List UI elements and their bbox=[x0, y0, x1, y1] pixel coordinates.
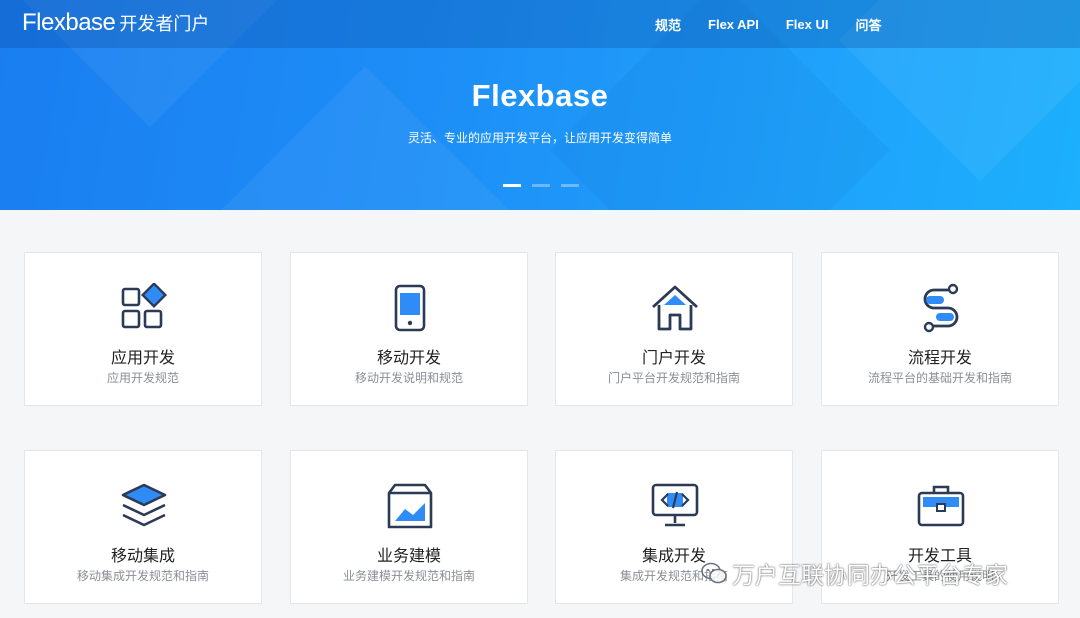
card-description: 应用开发规范 bbox=[106, 371, 179, 385]
home-icon bbox=[652, 285, 698, 331]
card-title: 应用开发 bbox=[110, 350, 175, 367]
top-navigation-bar: Flexbase 开发者门户 规范 Flex API Flex UI 问答 bbox=[0, 0, 1080, 48]
card-title: 移动集成 bbox=[110, 548, 175, 565]
hero-subtitle: 灵活、专业的应用开发平台，让应用开发变得简单 bbox=[407, 131, 672, 145]
card-app-dev[interactable]: 应用开发 应用开发规范 bbox=[24, 252, 262, 406]
nav-item-flex-api[interactable]: Flex API bbox=[708, 17, 759, 32]
watermark-text: 万户互联协同办公平台专家 bbox=[732, 562, 1008, 588]
hero-banner: Flexbase 开发者门户 规范 Flex API Flex UI 问答 Fl… bbox=[0, 0, 1080, 210]
app-grid-icon bbox=[121, 283, 168, 329]
code-monitor-icon bbox=[651, 483, 699, 527]
wechat-icon bbox=[701, 562, 727, 584]
watermark: 万户互联协同办公平台专家 bbox=[700, 556, 1008, 590]
chart-box-icon bbox=[387, 483, 433, 529]
card-title: 移动开发 bbox=[376, 350, 441, 367]
carousel-dot-1[interactable] bbox=[503, 184, 521, 187]
nav-item-flex-ui[interactable]: Flex UI bbox=[786, 17, 829, 32]
card-workflow-dev[interactable]: 流程开发 流程平台的基础开发和指南 bbox=[821, 252, 1059, 406]
card-title: 业务建模 bbox=[376, 548, 441, 565]
carousel-dot-3[interactable] bbox=[561, 184, 579, 187]
card-portal-dev[interactable]: 门户开发 门户平台开发规范和指南 bbox=[555, 252, 793, 406]
carousel-dot-2[interactable] bbox=[532, 184, 550, 187]
toolbox-icon bbox=[917, 485, 965, 527]
card-business-modeling[interactable]: 业务建模 业务建模开发规范和指南 bbox=[290, 450, 528, 604]
workflow-icon bbox=[923, 283, 959, 333]
card-title: 流程开发 bbox=[907, 350, 972, 367]
card-title: 门户开发 bbox=[641, 350, 706, 367]
nav-item-spec[interactable]: 规范 bbox=[655, 15, 681, 34]
mobile-phone-icon bbox=[394, 284, 426, 332]
card-description: 移动集成开发规范和指南 bbox=[76, 569, 209, 583]
logo-word: Flexbase bbox=[22, 9, 116, 36]
card-description: 移动开发说明和规范 bbox=[354, 371, 463, 385]
carousel-indicators bbox=[503, 184, 590, 187]
nav-item-qa[interactable]: 问答 bbox=[855, 15, 881, 34]
main-nav: 规范 Flex API Flex UI 问答 bbox=[655, 0, 908, 48]
hero-title: Flexbase bbox=[471, 78, 609, 113]
layers-icon bbox=[121, 483, 167, 527]
card-description: 流程平台的基础开发和指南 bbox=[867, 371, 1012, 385]
card-mobile-dev[interactable]: 移动开发 移动开发说明和规范 bbox=[290, 252, 528, 406]
card-description: 门户平台开发规范和指南 bbox=[607, 371, 740, 385]
logo-subtitle: 开发者门户 bbox=[119, 14, 210, 34]
card-mobile-integration[interactable]: 移动集成 移动集成开发规范和指南 bbox=[24, 450, 262, 604]
logo[interactable]: Flexbase 开发者门户 bbox=[22, 9, 209, 37]
card-description: 业务建模开发规范和指南 bbox=[342, 569, 475, 583]
